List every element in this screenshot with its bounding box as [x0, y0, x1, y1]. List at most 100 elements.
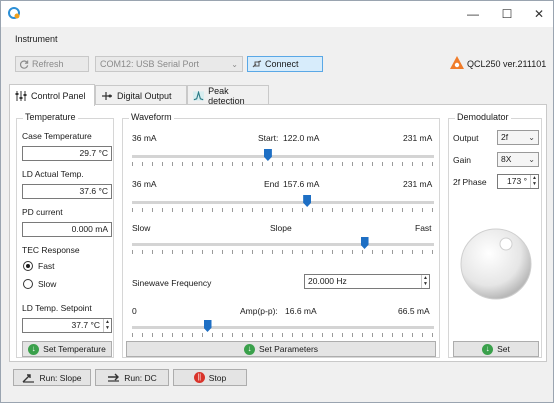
temperature-title: Temperature: [23, 112, 78, 122]
case-temp-value: 29.7 °C: [22, 146, 112, 161]
warning-logo-icon: [450, 56, 464, 69]
set-parameters-button[interactable]: ↓ Set Parameters: [126, 341, 436, 357]
amp-max-label: 66.5 mA: [398, 306, 430, 316]
stop-button[interactable]: || Stop: [173, 369, 247, 386]
connect-label: Connect: [265, 59, 299, 69]
setpoint-spinner[interactable]: ▲ ▼: [103, 319, 111, 332]
output-value: 2f: [501, 132, 509, 142]
end-slider-thumb[interactable]: [303, 195, 312, 207]
start-value: 122.0 mA: [283, 133, 320, 143]
control-panel-icon: [15, 90, 27, 101]
setpoint-value: 37.7 °C: [71, 320, 100, 330]
start-slider-ticks: [132, 162, 434, 166]
tab-control-panel[interactable]: Control Panel: [9, 84, 95, 106]
temperature-group: Temperature Case Temperature 29.7 °C LD …: [16, 112, 114, 358]
tab-digital-output[interactable]: Digital Output: [95, 85, 187, 105]
run-slope-label: Run: Slope: [39, 372, 82, 383]
dc-arrow-icon: [108, 373, 120, 382]
stop-label: Stop: [208, 372, 227, 383]
start-min-label: 36 mA: [132, 133, 157, 143]
chevron-down-icon: ⌄: [528, 133, 535, 142]
download-check-icon: ↓: [482, 343, 494, 355]
run-slope-button[interactable]: Run: Slope: [13, 369, 91, 386]
amp-slider-track[interactable]: [132, 326, 434, 329]
connect-icon: [252, 59, 262, 67]
start-slider-track[interactable]: [132, 155, 434, 158]
end-slider-track[interactable]: [132, 201, 434, 204]
setpoint-input[interactable]: 37.7 °C ▲ ▼: [22, 318, 112, 333]
phase-input[interactable]: 173 ° ▲ ▼: [497, 174, 539, 189]
pd-current-label: PD current: [22, 207, 63, 217]
port-value: COM12: USB Serial Port: [100, 59, 200, 69]
toolbar: Refresh COM12: USB Serial Port ⌄ Connect…: [1, 49, 553, 79]
phase-spinner[interactable]: ▲ ▼: [530, 175, 538, 188]
pd-current-value: 0.000 mA: [22, 222, 112, 237]
tec-fast-label: Fast: [38, 261, 55, 271]
set-demodulator-button[interactable]: ↓ Set: [453, 341, 539, 357]
chevron-down-icon: ⌄: [528, 155, 535, 164]
tab-peak-detection[interactable]: Peak detection: [187, 85, 269, 106]
tec-slow-radio[interactable]: [23, 279, 33, 289]
phase-value: 173 °: [507, 176, 527, 186]
minimize-icon: —: [467, 7, 479, 21]
output-select[interactable]: 2f ⌄: [497, 130, 539, 145]
minimize-button[interactable]: —: [457, 1, 489, 27]
run-dc-label: Run: DC: [124, 372, 157, 383]
title-bar: — ☐ ✕: [1, 1, 553, 27]
tec-slow-label: Slow: [38, 279, 57, 289]
connect-button[interactable]: Connect: [247, 56, 323, 72]
start-max-label: 231 mA: [403, 133, 433, 143]
slope-slider-track[interactable]: [132, 243, 434, 246]
tec-response-label: TEC Response: [22, 245, 80, 255]
case-temp-label: Case Temperature: [22, 131, 92, 141]
slope-max-label: Fast: [415, 223, 432, 233]
waveform-title: Waveform: [129, 112, 174, 122]
refresh-label: Refresh: [32, 59, 64, 69]
amp-slider-thumb[interactable]: [203, 320, 212, 332]
digital-output-icon: [102, 91, 112, 100]
maximize-icon: ☐: [501, 7, 513, 21]
refresh-button[interactable]: Refresh: [15, 56, 89, 72]
chevron-down-icon: ⌄: [231, 60, 238, 69]
end-min-label: 36 mA: [132, 179, 157, 189]
ld-actual-label: LD Actual Temp.: [22, 169, 84, 179]
port-select[interactable]: COM12: USB Serial Port ⌄: [95, 56, 243, 72]
phase-label: 2f Phase: [453, 177, 487, 187]
sinewave-label: Sinewave Frequency: [132, 278, 212, 288]
tec-fast-radio[interactable]: [23, 261, 33, 271]
app-window: — ☐ ✕ Instrument Refresh COM12: USB Seri…: [0, 0, 554, 403]
slope-label: Slope: [270, 223, 292, 233]
amp-slider-ticks: [132, 333, 434, 337]
start-slider-thumb[interactable]: [263, 149, 272, 161]
set-demodulator-label: Set: [497, 344, 510, 354]
gain-select[interactable]: 8X ⌄: [497, 152, 539, 167]
phase-knob[interactable]: [459, 227, 533, 301]
end-slider-ticks: [132, 208, 434, 212]
peak-detection-icon: [193, 90, 205, 101]
run-dc-button[interactable]: Run: DC: [95, 369, 169, 386]
amp-label: Amp(p-p):: [240, 306, 278, 316]
slope-icon: [22, 374, 35, 383]
set-temperature-button[interactable]: ↓ Set Temperature: [22, 341, 112, 357]
sinewave-spinner[interactable]: ▲ ▼: [421, 275, 429, 288]
demodulator-title: Demodulator: [455, 112, 511, 122]
control-panel: Temperature Case Temperature 29.7 °C LD …: [9, 104, 547, 362]
end-value: 157.6 mA: [283, 179, 320, 189]
tab-label: Control Panel: [31, 90, 86, 101]
output-label: Output: [453, 133, 479, 143]
sinewave-input[interactable]: 20.000 Hz ▲ ▼: [304, 274, 430, 289]
maximize-button[interactable]: ☐: [491, 1, 523, 27]
download-check-icon: ↓: [28, 343, 40, 355]
tab-label: Digital Output: [117, 90, 172, 101]
amp-min-label: 0: [132, 306, 137, 316]
sinewave-value: 20.000 Hz: [308, 276, 347, 286]
slope-min-label: Slow: [132, 223, 151, 233]
slope-slider-thumb[interactable]: [360, 237, 369, 249]
version-label: QCL250 ver.211101: [467, 59, 547, 69]
menu-instrument[interactable]: Instrument: [15, 34, 58, 44]
close-button[interactable]: ✕: [523, 1, 554, 27]
start-label: Start:: [258, 133, 279, 143]
stop-icon: ||: [193, 372, 205, 383]
end-label: End: [264, 179, 280, 189]
demodulator-group: Demodulator Output 2f ⌄ Gain 8X ⌄ 2f Pha…: [448, 112, 542, 358]
